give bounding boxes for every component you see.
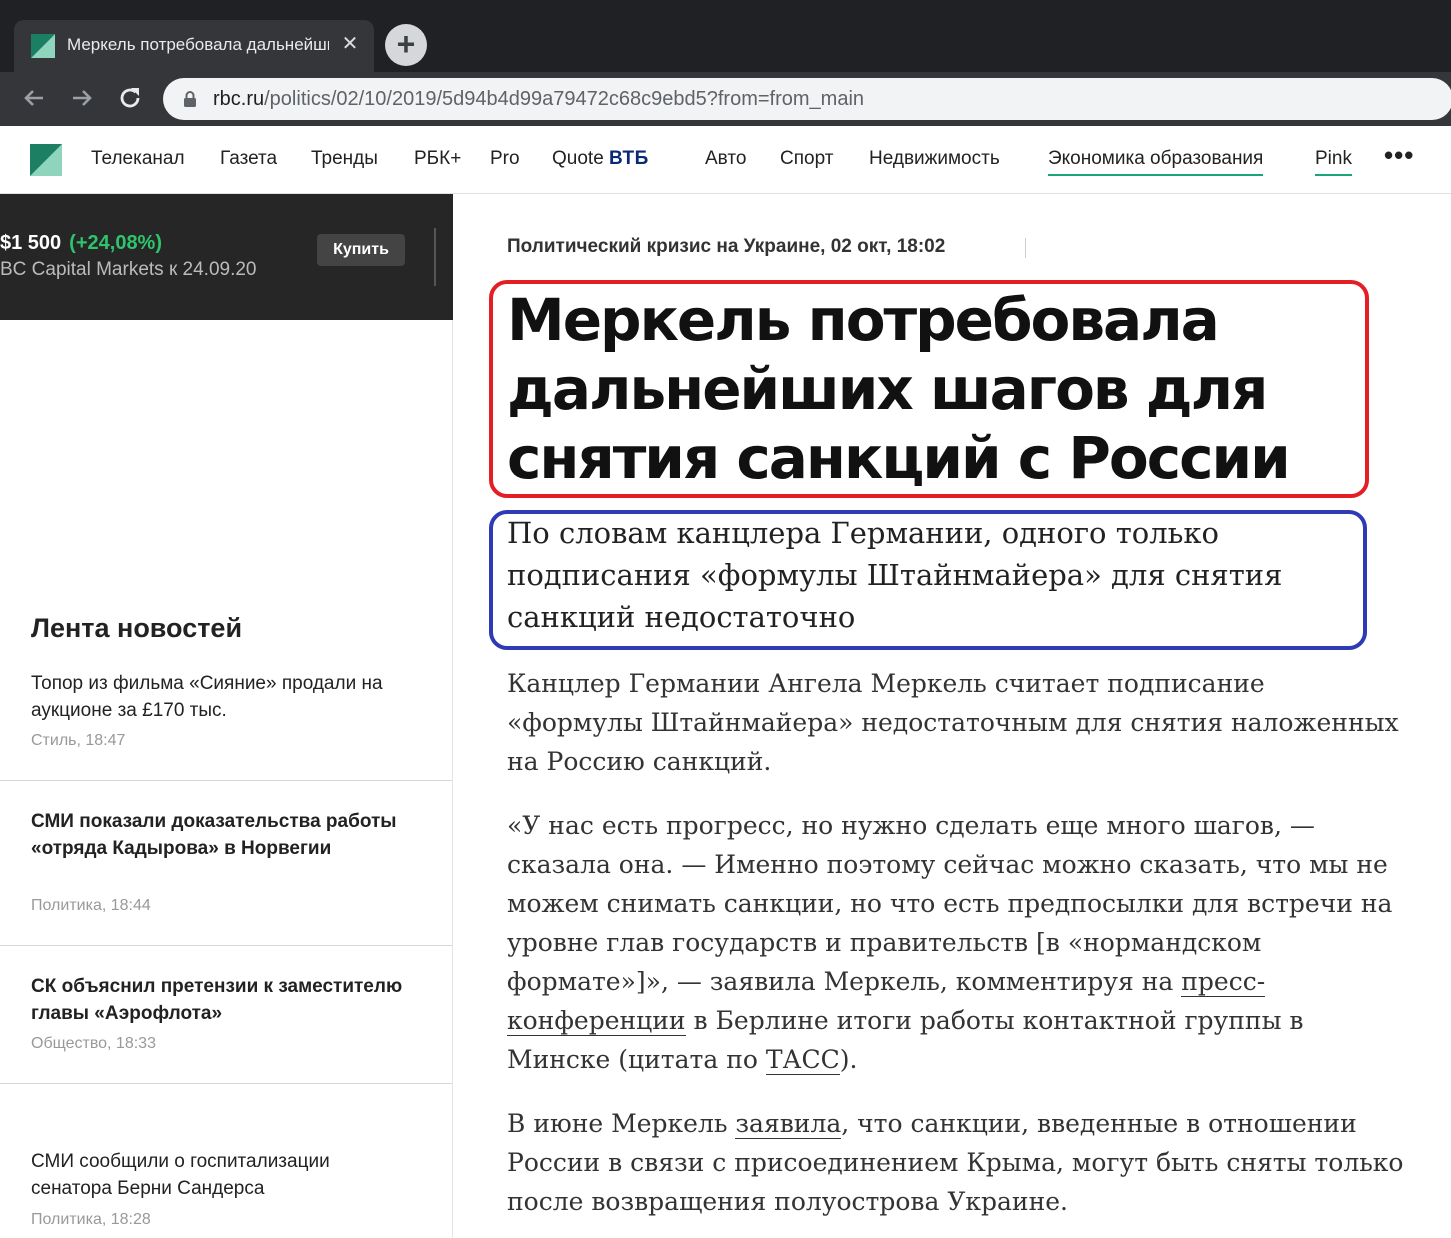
sidebar: $1 500 (+24,08%) BC Capital Markets к 24.… (0, 194, 453, 1238)
nav-item-trendy[interactable]: Тренды (311, 148, 378, 170)
site-header: Телеканал Газета Тренды РБК+ Pro Quote В… (0, 126, 1451, 194)
lock-icon[interactable] (181, 90, 199, 108)
article-paragraph: «У нас есть прогресс, но нужно сделать е… (507, 806, 1407, 1079)
nav-item-quote-label: Quote (552, 148, 604, 169)
nav-item-telekanal[interactable]: Телеканал (91, 148, 185, 170)
rubric-divider (1025, 238, 1026, 258)
feed-item-headline[interactable]: СМИ показали доказательства работы «отря… (31, 808, 411, 862)
feed-item-meta: Стиль, 18:47 (31, 732, 126, 749)
url-text[interactable]: rbc.ru/politics/02/10/2019/5d94b4d99a794… (213, 88, 864, 111)
reload-icon[interactable] (114, 82, 146, 114)
new-tab-button[interactable]: + (385, 24, 427, 66)
browser-toolbar: rbc.ru/politics/02/10/2019/5d94b4d99a794… (0, 72, 1451, 126)
promo-banner[interactable]: $1 500 (+24,08%) BC Capital Markets к 24.… (0, 194, 453, 320)
back-arrow-icon[interactable] (18, 82, 50, 114)
paragraph-text: ). (839, 1045, 858, 1074)
tab-close-icon[interactable]: ✕ (337, 31, 363, 57)
promo-divider (434, 228, 436, 286)
divider (0, 1083, 452, 1084)
article-paragraph: В июне Меркель заявила, что санкции, вве… (507, 1104, 1407, 1221)
feed-item-headline[interactable]: Топор из фильма «Сияние» продали на аукц… (31, 670, 411, 724)
rbc-logo-icon[interactable] (30, 144, 62, 176)
browser-tab-bar: Меркель потребовала дальнейших шагов для… (0, 0, 1451, 72)
nav-item-pink[interactable]: Pink (1315, 148, 1352, 176)
address-bar[interactable]: rbc.ru/politics/02/10/2019/5d94b4d99a794… (163, 78, 1451, 120)
nav-item-quote[interactable]: Quote ВТБ (552, 148, 649, 170)
feed-item-meta: Общество, 18:33 (31, 1035, 156, 1052)
article-lead: По словам канцлера Германии, одного толь… (507, 516, 1283, 634)
article: Политический кризис на Украине, 02 окт, … (453, 194, 1451, 1238)
article-paragraph: Канцлер Германии Ангела Меркель считает … (507, 669, 1399, 776)
news-feed-title: Лента новостей (31, 613, 243, 643)
zayavila-link[interactable]: заявила (735, 1109, 842, 1139)
url-path: /politics/02/10/2019/5d94b4d99a79472c68c… (264, 88, 865, 110)
promo-change: (+24,08%) (69, 232, 163, 254)
more-menu-icon[interactable]: ••• (1384, 140, 1414, 171)
feed-item-headline[interactable]: СК объяснил претензии к заместителю глав… (31, 973, 411, 1027)
promo-subtitle: BC Capital Markets к 24.09.20 (0, 259, 257, 280)
promo-price-value: $1 500 (0, 232, 62, 254)
promo-price: $1 500 (+24,08%) (0, 232, 162, 255)
article-rubric[interactable]: Политический кризис на Украине, 02 окт, … (507, 236, 945, 258)
nav-item-rbc-plus[interactable]: РБК+ (414, 148, 461, 170)
divider (0, 780, 452, 781)
nav-item-sport[interactable]: Спорт (780, 148, 833, 170)
paragraph-text: В июне Меркель (507, 1109, 736, 1138)
rbc-favicon-icon (31, 34, 55, 58)
nav-item-pro[interactable]: Pro (490, 148, 520, 170)
feed-item-headline[interactable]: СМИ сообщили о госпитализации сенатора Б… (31, 1148, 411, 1202)
feed-item-meta: Политика, 18:44 (31, 897, 151, 914)
tab-title: Меркель потребовала дальнейших шагов для… (67, 35, 329, 54)
nav-item-nedvizhimost[interactable]: Недвижимость (869, 148, 1000, 170)
nav-item-avto[interactable]: Авто (705, 148, 746, 170)
nav-item-gazeta[interactable]: Газета (220, 148, 277, 170)
browser-tab[interactable]: Меркель потребовала дальнейших шагов для… (14, 20, 374, 72)
vtb-logo: ВТБ (609, 148, 649, 169)
nav-item-ekonomika-obrazovaniya[interactable]: Экономика образования (1048, 148, 1264, 176)
feed-item-meta: Политика, 18:28 (31, 1211, 151, 1228)
tass-link[interactable]: ТАСС (765, 1045, 840, 1075)
divider (0, 945, 452, 946)
article-title: Меркель потребовала дальнейших шагов для… (507, 286, 1291, 492)
url-domain: rbc.ru (213, 88, 265, 110)
buy-button[interactable]: Купить (317, 234, 405, 266)
forward-arrow-icon[interactable] (66, 82, 98, 114)
